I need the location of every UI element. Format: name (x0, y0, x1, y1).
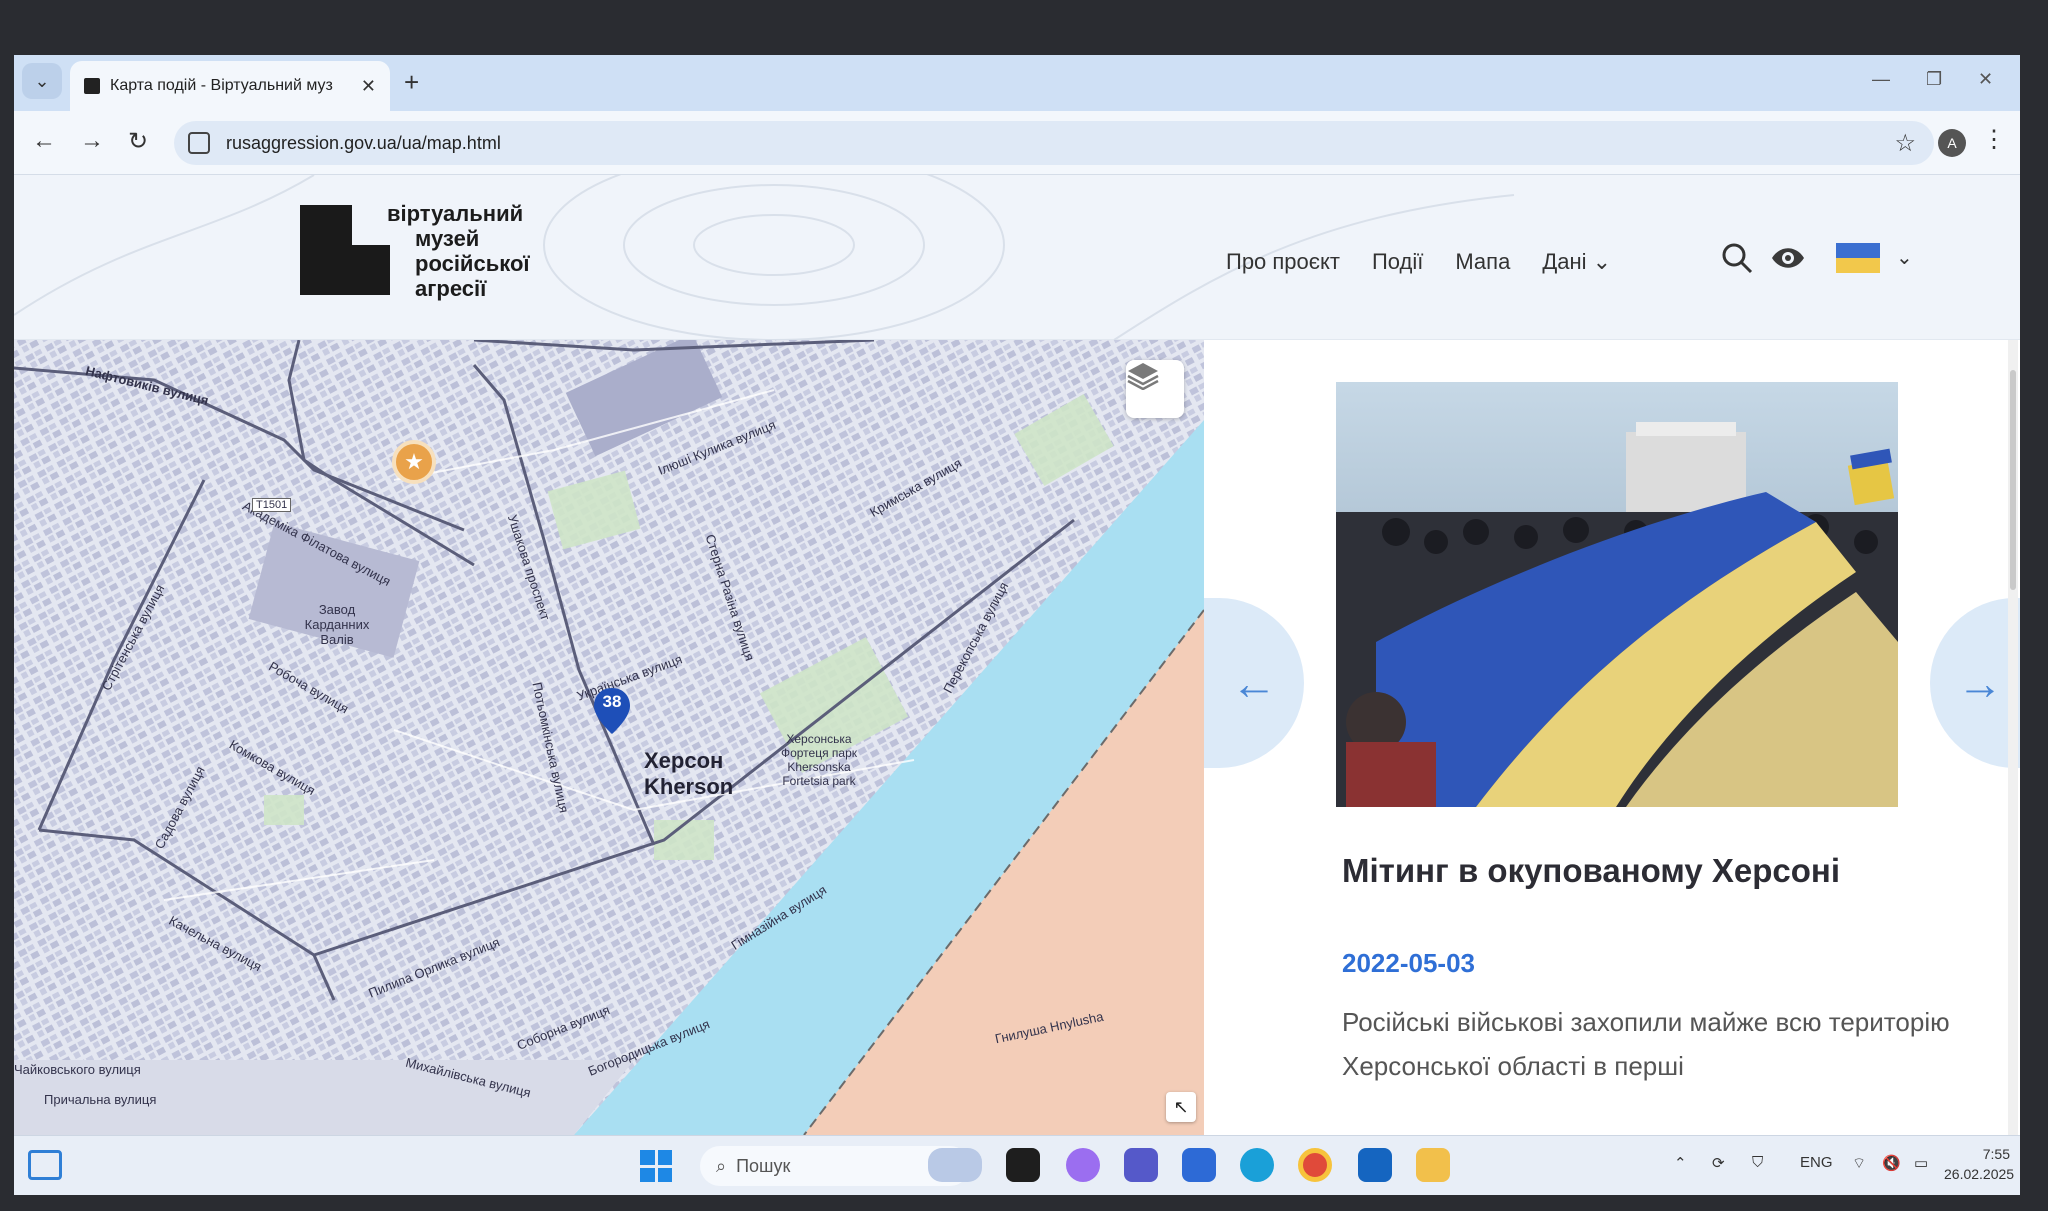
layers-icon (1127, 363, 1159, 390)
chevron-up-icon[interactable]: ⌃ (1674, 1154, 1687, 1172)
screen: ⌄ Карта подій - Віртуальний муз ✕ + — ❐ … (14, 55, 2020, 1195)
search-icon: ⌕ (716, 1155, 727, 1176)
browser-tab-active[interactable]: Карта подій - Віртуальний муз ✕ (70, 61, 390, 111)
arrow-up-left-icon: ↖ (1173, 1096, 1189, 1117)
file-explorer-icon[interactable] (1416, 1148, 1450, 1182)
featured-event-marker[interactable]: ★ (392, 440, 436, 484)
restore-icon[interactable]: ❐ (1926, 69, 1942, 90)
event-title: Мітинг в окупованому Херсоні (1342, 852, 1841, 889)
logo-line-2: музей (415, 226, 480, 251)
close-tab-icon[interactable]: ✕ (361, 76, 376, 97)
main-nav: Про проєкт Події Мапа Дані ⌄ (1226, 249, 1611, 275)
wifi-icon[interactable]: ⌔ (1852, 1154, 1866, 1173)
minimize-icon[interactable]: — (1872, 69, 1890, 90)
nav-about[interactable]: Про проєкт (1226, 249, 1340, 275)
site-header: віртуальний музей російської агресії Про… (14, 175, 2020, 340)
tab-search-button[interactable]: ⌄ (22, 63, 62, 99)
search-icon[interactable] (1720, 241, 1754, 275)
weather-widget-icon[interactable] (928, 1148, 982, 1182)
arrow-left-icon: ← (1231, 657, 1277, 709)
next-event-button[interactable]: → (1930, 598, 2020, 768)
map-label-fortress: Херсонська Фортеця парк Khersonska Forte… (780, 732, 858, 788)
nav-data[interactable]: Дані ⌄ (1542, 249, 1611, 275)
event-cluster-marker[interactable]: 38 (592, 686, 632, 736)
browser-tabbar: ⌄ Карта подій - Віртуальний муз ✕ + — ❐ … (14, 55, 2020, 111)
copilot-icon[interactable] (1066, 1148, 1100, 1182)
event-date: 2022-05-03 (1342, 948, 1475, 978)
outlook-icon[interactable] (1358, 1148, 1392, 1182)
clock-time: 7:55 (1982, 1146, 2010, 1162)
city-label: Херсон Kherson (644, 748, 733, 800)
marker-count: 38 (602, 692, 622, 711)
profile-avatar[interactable]: A (1938, 129, 1966, 157)
rally-photo-image (1336, 382, 1898, 807)
start-button[interactable] (640, 1150, 672, 1182)
logo-line-4: агресії (415, 276, 487, 301)
sync-icon[interactable]: ⟳ (1712, 1154, 1725, 1172)
task-view-icon[interactable] (1006, 1148, 1040, 1182)
widgets-icon[interactable] (28, 1150, 62, 1180)
map-label-prychalna: Причальна вулиця (44, 1092, 157, 1107)
star-icon: ★ (404, 449, 424, 474)
previous-event-button[interactable]: ← (1204, 598, 1304, 768)
nav-events[interactable]: Події (1372, 249, 1423, 275)
language-indicator[interactable]: ENG (1800, 1154, 1833, 1171)
map-label-chaikovskoho: Чайковського вулиця (14, 1062, 141, 1077)
city-label-ua: Херсон (644, 748, 724, 773)
nav-map[interactable]: Мапа (1455, 249, 1510, 275)
teams-icon[interactable] (1124, 1148, 1158, 1182)
back-icon[interactable]: ← (32, 127, 56, 155)
site-settings-icon[interactable] (188, 132, 210, 154)
new-tab-button[interactable]: + (404, 67, 419, 98)
bookmark-star-icon[interactable]: ☆ (1894, 129, 1916, 158)
map-layers-button[interactable] (1126, 360, 1184, 418)
browser-toolbar: ← → ↻ rusaggression.gov.ua/ua/map.html ☆… (14, 111, 2020, 175)
eye-icon[interactable] (1770, 245, 1806, 271)
url-text: rusaggression.gov.ua/ua/map.html (226, 133, 501, 153)
museum-logo-text[interactable]: віртуальний музей російської агресії (387, 201, 530, 301)
security-icon[interactable]: ⛉ (1752, 1154, 1763, 1171)
volume-muted-icon[interactable]: 🔇 (1882, 1154, 1901, 1172)
chrome-icon[interactable] (1298, 1148, 1332, 1182)
chevron-down-icon: ⌄ (34, 70, 50, 91)
tab-title: Карта подій - Віртуальний муз (110, 77, 333, 94)
arrow-right-icon: → (1957, 657, 2003, 709)
map-label-zavod: Завод Карданних Валів (304, 602, 370, 647)
event-photo[interactable] (1336, 382, 1898, 807)
logo-line-3: російської (415, 251, 530, 276)
edge-icon[interactable] (1240, 1148, 1274, 1182)
museum-logo-icon[interactable] (300, 205, 390, 295)
battery-icon[interactable]: ▭ (1914, 1154, 1928, 1172)
clock-date: 26.02.2025 (1944, 1166, 2015, 1182)
store-icon[interactable] (1182, 1148, 1216, 1182)
event-panel: ← → Мітинг в окупованому Херсоні 2022-05… (1204, 340, 2020, 1135)
panel-scrollbar-thumb[interactable] (2010, 370, 2016, 590)
events-map[interactable]: Нафтовиків вулиця Ілюші Кулика вулиця Уш… (14, 340, 1204, 1135)
chevron-down-icon[interactable]: ⌄ (1896, 245, 1913, 270)
taskbar-search-placeholder: Пошук (736, 1155, 791, 1176)
language-flag-icon[interactable] (1836, 243, 1880, 273)
close-window-icon[interactable]: ✕ (1978, 69, 1993, 90)
system-clock[interactable]: 7:55 26.02.2025 (1944, 1144, 2015, 1184)
reload-icon[interactable]: ↻ (128, 127, 148, 156)
map-expand-button[interactable]: ↖ (1166, 1092, 1196, 1122)
os-taskbar: ⌕ Пошук ⌃ ⟳ ⛉ ENG ⌔ 🔇 ▭ 7:55 26.02.2025 (14, 1135, 2020, 1195)
city-label-en: Kherson (644, 774, 734, 799)
event-description: Російські військові захопили майже всю т… (1342, 1007, 1950, 1081)
nav-data-label: Дані (1542, 249, 1587, 274)
address-bar[interactable]: rusaggression.gov.ua/ua/map.html ☆ (174, 121, 1934, 165)
map-label-t1501: T1501 (252, 498, 292, 512)
chevron-down-icon: ⌄ (1592, 249, 1612, 274)
browser-menu-icon[interactable]: ⋮ (1982, 125, 2006, 154)
logo-line-1: віртуальний (387, 201, 524, 226)
forward-icon[interactable]: → (80, 127, 104, 155)
favicon-icon (84, 78, 100, 94)
